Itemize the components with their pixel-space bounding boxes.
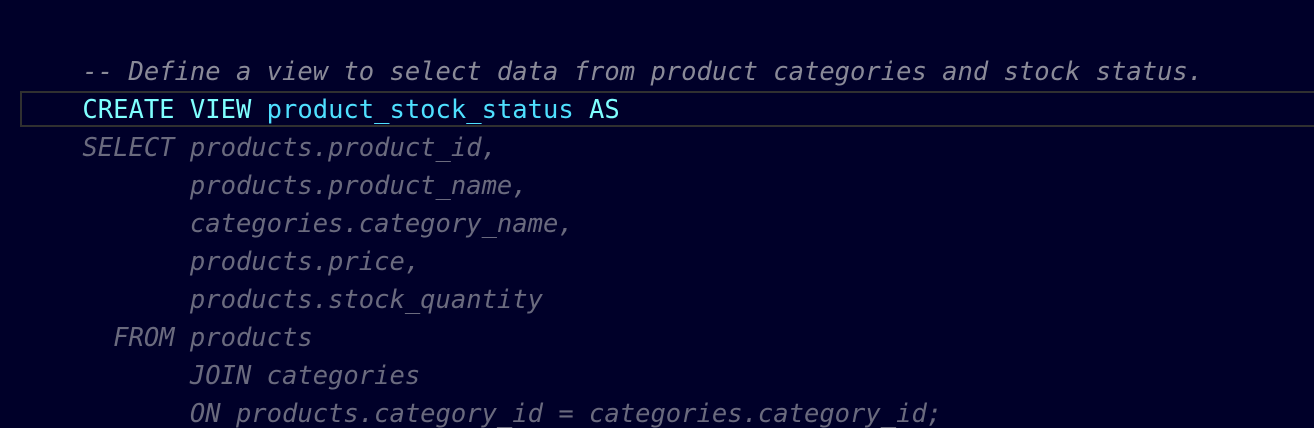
code-line-9[interactable]: JOIN categories (0, 319, 1314, 391)
code-line-3[interactable]: SELECT products.product_id, (0, 91, 1314, 163)
code-line-5[interactable]: categories.category_name, (0, 167, 1314, 239)
code-line-4[interactable]: products.product_name, (0, 129, 1314, 201)
code-line-2[interactable]: CREATE VIEW product_stock_status AS (0, 53, 1314, 125)
code-text: ON products.category_id = categories.cat… (82, 399, 943, 428)
code-editor[interactable]: -- Define a view to select data from pro… (0, 0, 1314, 428)
code-line-8[interactable]: FROM products (0, 281, 1314, 353)
code-line-10[interactable]: ON products.category_id = categories.cat… (0, 357, 1314, 428)
code-line-7[interactable]: products.stock_quantity (0, 243, 1314, 315)
code-line-1[interactable]: -- Define a view to select data from pro… (0, 15, 1314, 87)
code-line-6[interactable]: products.price, (0, 205, 1314, 277)
